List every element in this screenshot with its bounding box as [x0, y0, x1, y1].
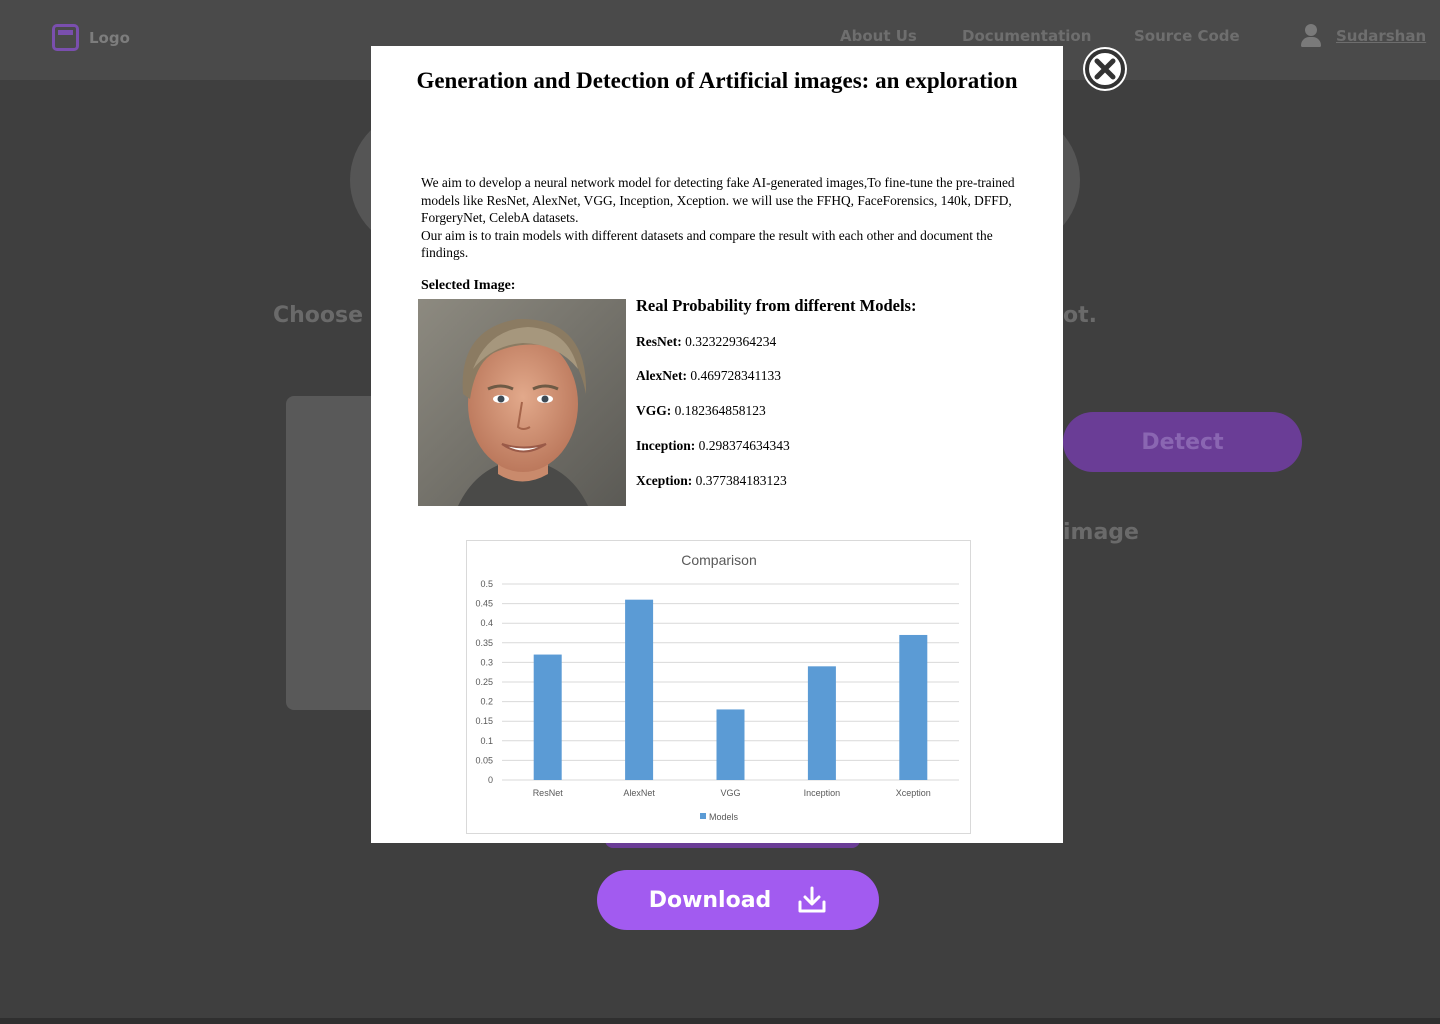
x-tick-label: Xception: [896, 788, 931, 798]
nav-link-source-code[interactable]: Source Code: [1134, 27, 1240, 45]
logo-text: Logo: [89, 28, 130, 47]
user-icon: [1300, 24, 1322, 48]
bar-vgg: [716, 709, 745, 780]
bar-inception: [807, 666, 836, 780]
comparison-chart-svg: Comparison 0 0.05 0.1 0.15 0.2 0.25 0.3 0.35 0.4 0…: [475, 552, 959, 822]
prompt-text-left: Choose: [273, 303, 364, 328]
chart-title: Comparison: [681, 552, 756, 568]
y-tick-label: 0.5: [480, 579, 493, 589]
comparison-chart: Comparison 0 0.05 0.1 0.15 0.2 0.25 0.3 0.35 0.4 0…: [466, 540, 971, 834]
legend-swatch: [700, 813, 706, 819]
result-label: image: [1063, 520, 1139, 545]
download-label: Download: [648, 887, 772, 913]
x-tick-label: VGG: [720, 788, 740, 798]
x-tick-label: ResNet: [533, 788, 564, 798]
legend-label: Models: [709, 812, 739, 822]
logo-icon: [52, 24, 79, 51]
bar-resnet: [533, 654, 562, 780]
footer-strip: [0, 1018, 1440, 1024]
nav-link-documentation[interactable]: Documentation: [962, 27, 1091, 45]
download-button[interactable]: Download: [597, 870, 879, 930]
prompt-text-right: ot.: [1063, 303, 1097, 328]
user-menu[interactable]: Sudarshan: [1300, 24, 1426, 48]
model-result-inception: Inception: 0.298374634343: [636, 438, 790, 453]
close-modal-button[interactable]: [1080, 45, 1130, 93]
model-result-alexnet: AlexNet: 0.469728341133: [636, 368, 781, 383]
y-tick-label: 0.2: [480, 697, 493, 707]
detect-button[interactable]: Detect: [1063, 412, 1302, 472]
bar-xception: [899, 634, 928, 780]
x-tick-label: AlexNet: [623, 788, 655, 798]
y-tick-label: 0.15: [475, 716, 493, 726]
selected-image-label: Selected Image:: [421, 278, 516, 293]
model-result-xception: Xception: 0.377384183123: [636, 473, 787, 488]
description-paragraph-1: We aim to develop a neural network model…: [421, 175, 1015, 225]
close-icon: [1083, 47, 1127, 91]
user-name[interactable]: Sudarshan: [1336, 27, 1426, 45]
description-paragraph-2: Our aim is to train models with differen…: [421, 227, 993, 261]
probability-heading: Real Probability from different Models:: [636, 296, 917, 315]
selected-face-image: [418, 299, 626, 506]
y-tick-label: 0.35: [475, 638, 493, 648]
logo[interactable]: Logo: [52, 24, 130, 51]
y-tick-label: 0.25: [475, 677, 493, 687]
download-icon: [798, 886, 826, 913]
report-description: We aim to develop a neural network model…: [421, 174, 1016, 262]
x-tick-label: Inception: [804, 788, 841, 798]
report-title: Generation and Detection of Artificial i…: [416, 68, 1018, 93]
y-tick-label: 0.3: [480, 657, 493, 667]
y-tick-label: 0.45: [475, 599, 493, 609]
report-modal: Generation and Detection of Artificial i…: [371, 46, 1063, 843]
y-tick-label: 0.1: [480, 736, 493, 746]
model-result-vgg: VGG: 0.182364858123: [636, 403, 766, 418]
bar-alexnet: [625, 599, 654, 780]
y-tick-label: 0.4: [480, 618, 493, 628]
nav-link-about[interactable]: About Us: [840, 27, 917, 45]
y-tick-label: 0.05: [475, 755, 493, 765]
model-result-resnet: ResNet: 0.323229364234: [636, 334, 777, 349]
y-tick-label: 0: [488, 775, 493, 785]
